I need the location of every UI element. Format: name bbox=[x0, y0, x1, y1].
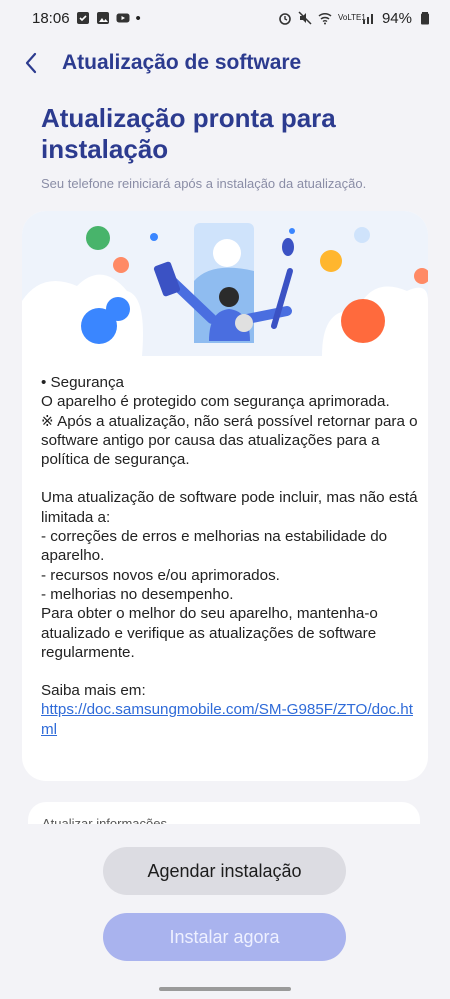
youtube-notification-icon bbox=[116, 11, 130, 25]
chevron-left-icon bbox=[25, 52, 37, 74]
update-info-card[interactable]: Atualizar informações bbox=[28, 802, 420, 824]
security-warning: ※ Após a atualização, não será possível … bbox=[41, 412, 418, 469]
app-header: Atualização de software bbox=[0, 40, 450, 86]
restart-notice: Seu telefone reiniciará após a instalaçã… bbox=[41, 176, 367, 191]
status-left: 18:06 • bbox=[32, 10, 141, 27]
schedule-install-button[interactable]: Agendar instalação bbox=[103, 847, 346, 895]
more-notifications-dot: • bbox=[135, 9, 141, 27]
volte-label: VoLTE1 bbox=[337, 13, 366, 22]
update-item-fixes: - correções de erros e melhorias na esta… bbox=[41, 528, 388, 565]
signal-icon bbox=[362, 11, 376, 25]
update-item-features: - recursos novos e/ou aprimorados. bbox=[41, 566, 280, 584]
update-illustration bbox=[22, 211, 428, 356]
battery-icon bbox=[418, 11, 432, 25]
gallery-notification-icon bbox=[96, 11, 110, 25]
checkbox-notification-icon bbox=[76, 11, 90, 25]
update-ready-title: Atualização pronta para instalação bbox=[41, 103, 336, 164]
security-heading: • Segurança bbox=[41, 374, 124, 391]
clock: 18:06 bbox=[32, 9, 70, 27]
learn-more-link[interactable]: https://doc.samsungmobile.com/SM-G985F/Z… bbox=[41, 700, 421, 739]
alarm-icon bbox=[278, 11, 292, 25]
update-notes: • Segurança O aparelho é protegido com s… bbox=[41, 373, 421, 739]
update-details-card: • Segurança O aparelho é protegido com s… bbox=[22, 211, 428, 781]
update-info-label: Atualizar informações bbox=[42, 816, 167, 824]
wifi-icon bbox=[318, 11, 332, 25]
update-intro: Uma atualização de software pode incluir… bbox=[41, 489, 418, 526]
status-bar: 18:06 • VoLTE1 94% bbox=[0, 0, 450, 36]
update-closing: Para obter o melhor do seu aparelho, man… bbox=[41, 605, 378, 661]
update-item-performance: - melhorias no desempenho. bbox=[41, 585, 234, 603]
status-right: VoLTE1 94% bbox=[278, 10, 432, 27]
back-button[interactable] bbox=[16, 48, 46, 78]
page-title: Atualização de software bbox=[62, 51, 302, 74]
install-now-button[interactable]: Instalar agora bbox=[103, 913, 346, 961]
mute-icon bbox=[298, 11, 312, 25]
battery-percent: 94% bbox=[381, 9, 412, 27]
learn-more-label: Saiba mais em: bbox=[41, 682, 146, 700]
home-indicator[interactable] bbox=[159, 987, 291, 991]
security-description: O aparelho é protegido com segurança apr… bbox=[41, 393, 390, 411]
